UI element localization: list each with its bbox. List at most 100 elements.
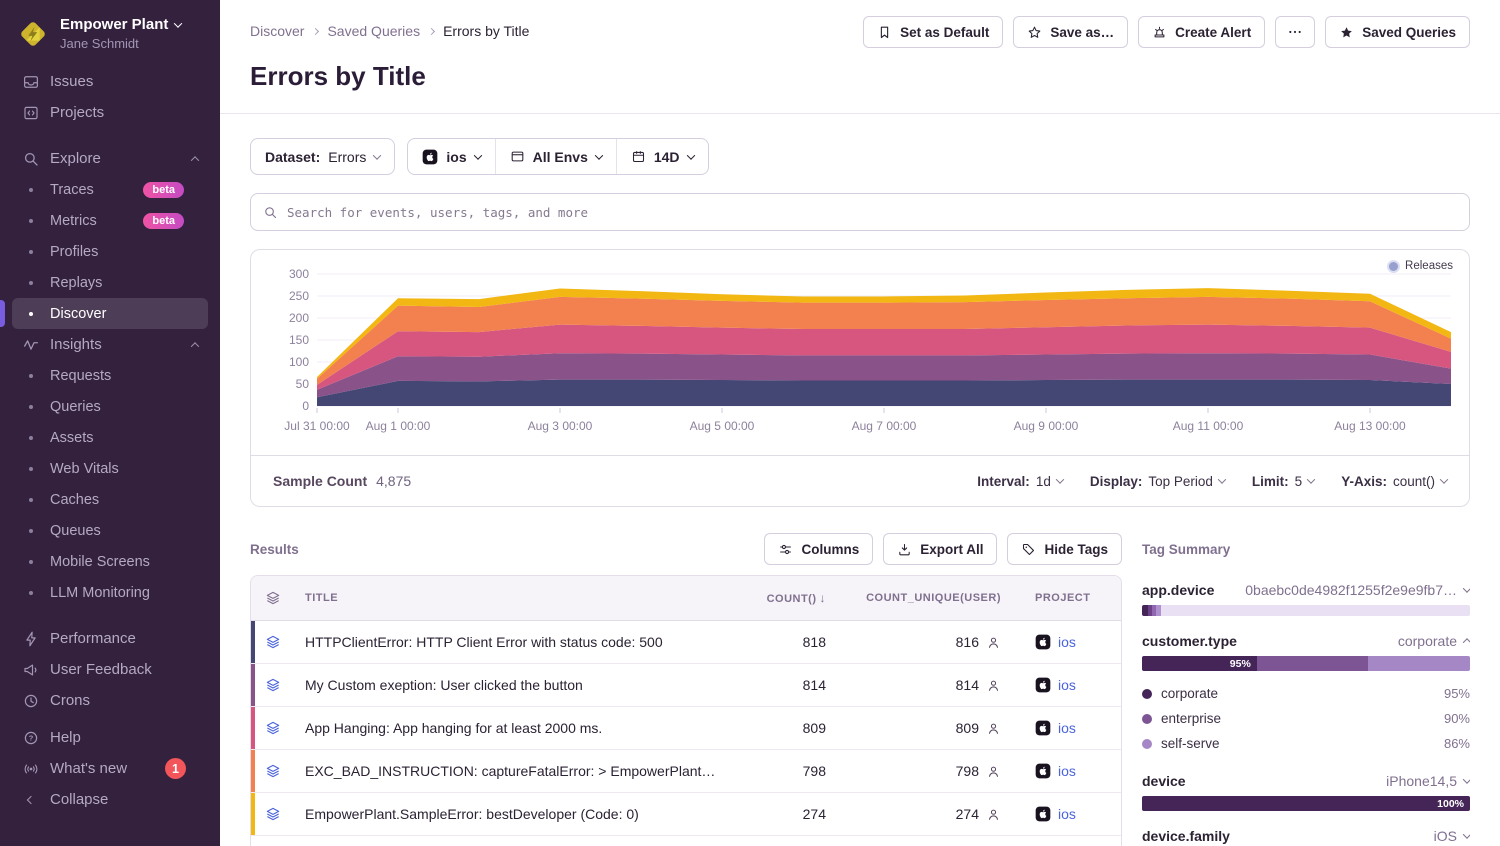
stack-icon[interactable] — [251, 763, 295, 779]
svg-text:200: 200 — [289, 311, 309, 325]
sidebar-item-insights[interactable]: Insights — [12, 329, 208, 360]
table-row[interactable]: EmpowerPlant.SampleError: bestDeveloper … — [251, 793, 1121, 836]
sidebar-item-caches[interactable]: Caches — [12, 484, 208, 515]
whats-new-badge: 1 — [165, 758, 186, 779]
more-options-button[interactable] — [1275, 16, 1315, 48]
chevron-down-icon — [1463, 775, 1470, 783]
sidebar-item-metrics[interactable]: Metrics beta — [12, 205, 208, 236]
apple-platform-icon — [1035, 634, 1051, 650]
project-link[interactable]: ios — [1058, 677, 1076, 693]
row-title-link[interactable]: EXC_BAD_INSTRUCTION: captureFatalError: … — [295, 763, 726, 779]
row-title-link[interactable]: My Custom exeption: User clicked the but… — [295, 677, 726, 693]
set-as-default-button[interactable]: Set as Default — [863, 16, 1003, 48]
sidebar-item-crons[interactable]: Crons — [12, 685, 208, 716]
row-count: 814 — [726, 677, 836, 693]
columns-button[interactable]: Columns — [764, 533, 873, 565]
table-row[interactable]: EXC_BAD_INSTRUCTION: captureFatalError: … — [251, 750, 1121, 793]
tag-legend-item[interactable]: corporate 95% — [1142, 681, 1470, 706]
row-title-link[interactable]: HTTPClientError: HTTP Client Error with … — [295, 634, 726, 650]
row-title-link[interactable]: EmpowerPlant.SampleError: bestDeveloper … — [295, 806, 726, 822]
stack-icon[interactable] — [251, 634, 295, 650]
sidebar-item-llm-monitoring[interactable]: LLM Monitoring — [12, 577, 208, 608]
svg-text:0: 0 — [302, 399, 309, 413]
table-row[interactable]: My Custom exeption: User clicked the but… — [251, 664, 1121, 707]
sort-desc-icon: ↓ — [820, 591, 827, 605]
chevron-up-icon[interactable] — [191, 156, 199, 164]
project-link[interactable]: ios — [1058, 720, 1076, 736]
export-all-button[interactable]: Export All — [883, 533, 997, 565]
sidebar-item-replays[interactable]: Replays — [12, 267, 208, 298]
breadcrumb-saved-queries[interactable]: Saved Queries — [327, 23, 420, 39]
sidebar-item-profiles[interactable]: Profiles — [12, 236, 208, 267]
sidebar-item-queries[interactable]: Queries — [12, 391, 208, 422]
help-icon: ? — [22, 729, 40, 747]
tag-value-toggle[interactable]: corporate — [1398, 633, 1470, 649]
sidebar-item-performance[interactable]: Performance — [12, 623, 208, 654]
sidebar-item-discover[interactable]: Discover — [12, 298, 208, 329]
saved-queries-button[interactable]: Saved Queries — [1325, 16, 1470, 48]
table-row[interactable]: EmpowerPlant.SampleError: happyCustomer … — [251, 836, 1121, 846]
sidebar-item-traces[interactable]: Traces beta — [12, 174, 208, 205]
column-header-project[interactable]: PROJECT — [1011, 592, 1121, 604]
breadcrumb-separator-icon — [312, 27, 319, 34]
date-range-selector[interactable]: 14D — [616, 139, 708, 174]
sidebar-item-issues[interactable]: Issues — [12, 66, 208, 97]
table-row[interactable]: App Hanging: App hanging for at least 20… — [251, 707, 1121, 750]
tag-value-toggle[interactable]: iPhone14,5 — [1386, 773, 1470, 789]
column-header-count-unique[interactable]: COUNT_UNIQUE(USER) — [836, 592, 1011, 604]
chevron-down-icon — [174, 20, 182, 28]
row-title-link[interactable]: App Hanging: App hanging for at least 20… — [295, 720, 726, 736]
create-alert-button[interactable]: Create Alert — [1138, 16, 1265, 48]
environment-selector[interactable]: All Envs — [495, 139, 616, 174]
column-header-title[interactable]: TITLE — [295, 592, 726, 604]
stack-icon[interactable] — [251, 806, 295, 822]
chevron-down-icon — [1218, 475, 1226, 483]
limit-selector[interactable]: Limit: 5 — [1252, 474, 1314, 489]
sidebar-item-requests[interactable]: Requests — [12, 360, 208, 391]
tag-value-toggle[interactable]: iOS — [1434, 828, 1470, 844]
sidebar-item-web-vitals[interactable]: Web Vitals — [12, 453, 208, 484]
tag-legend-item[interactable]: self-serve 86% — [1142, 731, 1470, 756]
row-accent — [251, 707, 255, 749]
sidebar-item-explore[interactable]: Explore — [12, 143, 208, 174]
breadcrumb-discover[interactable]: Discover — [250, 23, 304, 39]
sidebar-collapse-button[interactable]: Collapse — [12, 784, 208, 815]
sidebar-item-whats-new[interactable]: What's new 1 — [12, 753, 208, 784]
window-icon — [510, 149, 525, 164]
chevron-up-icon[interactable] — [191, 342, 199, 350]
stack-icon[interactable] — [251, 677, 295, 693]
tag-section-device: device iPhone14,5 100% — [1142, 773, 1470, 811]
sidebar-item-mobile-screens[interactable]: Mobile Screens — [12, 546, 208, 577]
save-as-button[interactable]: Save as… — [1013, 16, 1128, 48]
sidebar-item-projects[interactable]: Projects — [12, 97, 208, 128]
stack-icon[interactable] — [251, 720, 295, 736]
chart-legend[interactable]: Releases — [1389, 260, 1453, 272]
star-icon — [1027, 25, 1042, 40]
interval-selector[interactable]: Interval: 1d — [977, 474, 1063, 489]
column-header-count[interactable]: COUNT()↓ — [726, 591, 836, 605]
project-link[interactable]: ios — [1058, 634, 1076, 650]
tag-legend-item[interactable]: enterprise 90% — [1142, 706, 1470, 731]
search-input[interactable] — [287, 205, 1457, 220]
sidebar-item-assets[interactable]: Assets — [12, 422, 208, 453]
tag-value-toggle[interactable]: 0baebc0de4982f1255f2e9e9fb7… — [1245, 582, 1470, 598]
svg-text:Aug 9 00:00: Aug 9 00:00 — [1014, 419, 1079, 433]
chevron-down-icon — [473, 151, 481, 159]
yaxis-selector[interactable]: Y-Axis: count() — [1341, 474, 1447, 489]
hide-tags-button[interactable]: Hide Tags — [1007, 533, 1122, 565]
svg-text:250: 250 — [289, 289, 309, 303]
row-accent — [251, 664, 255, 706]
svg-text:Aug 1 00:00: Aug 1 00:00 — [366, 419, 431, 433]
tag-name: device — [1142, 773, 1186, 789]
sidebar-item-queues[interactable]: Queues — [12, 515, 208, 546]
org-switcher[interactable]: Empower Plant Jane Schmidt — [12, 14, 208, 66]
dataset-selector[interactable]: Dataset: Errors — [250, 138, 395, 175]
display-selector[interactable]: Display: Top Period — [1090, 474, 1225, 489]
project-link[interactable]: ios — [1058, 763, 1076, 779]
breadcrumb: Discover Saved Queries Errors by Title — [250, 16, 529, 39]
project-selector[interactable]: ios — [408, 139, 494, 174]
table-row[interactable]: HTTPClientError: HTTP Client Error with … — [251, 621, 1121, 664]
sidebar-item-help[interactable]: ? Help — [12, 722, 208, 753]
project-link[interactable]: ios — [1058, 806, 1076, 822]
sidebar-item-user-feedback[interactable]: User Feedback — [12, 654, 208, 685]
